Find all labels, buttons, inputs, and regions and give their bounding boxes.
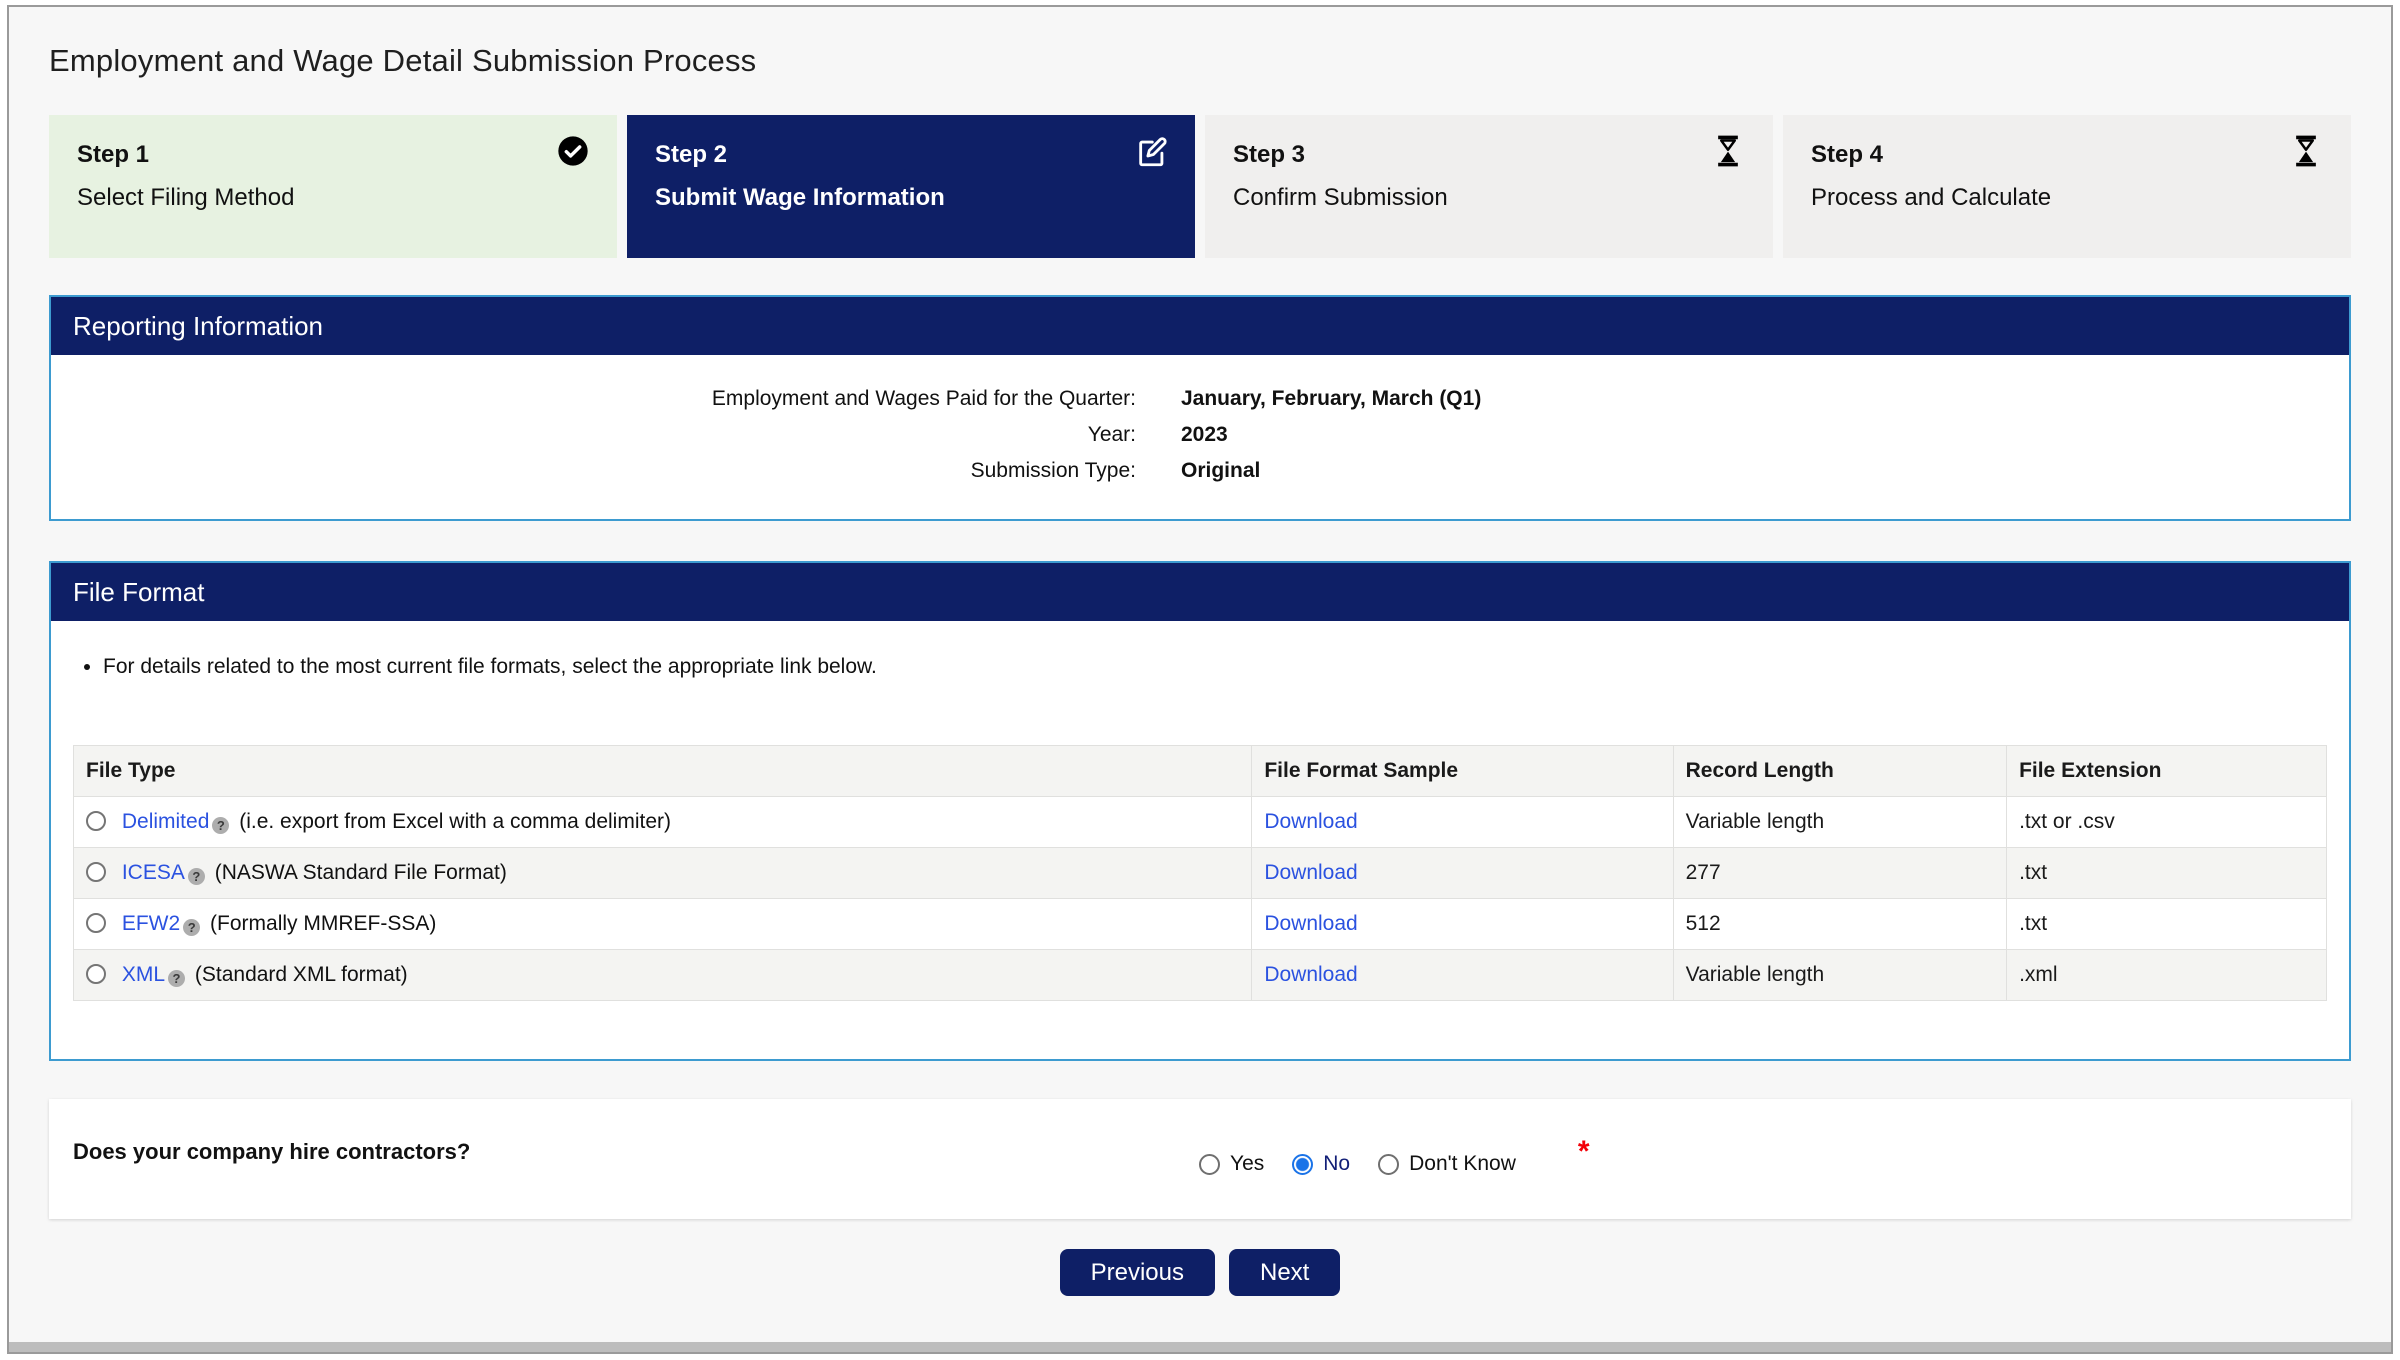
yes-radio-label[interactable]: Yes <box>1230 1152 1264 1176</box>
yes-radio[interactable] <box>1199 1153 1220 1175</box>
contractor-question-label: Does your company hire contractors? <box>73 1139 471 1164</box>
download-link[interactable]: Download <box>1264 861 1357 884</box>
window-bottom-edge <box>9 1342 2391 1352</box>
file-format-note-list: For details related to the most current … <box>103 655 2327 679</box>
page-content: Employment and Wage Detail Submission Pr… <box>9 43 2391 1296</box>
help-icon[interactable]: ? <box>183 919 201 936</box>
table-row-delimited: Delimited? (i.e. export from Excel with … <box>72 796 2327 848</box>
reporting-row-quarter: Employment and Wages Paid for the Quarte… <box>51 381 2349 417</box>
step-1-select-filing-method[interactable]: Step 1 Select Filing Method <box>49 115 617 258</box>
previous-button[interactable]: Previous <box>1059 1249 1215 1296</box>
required-field-marker: * <box>1577 1135 1590 1168</box>
step-2-submit-wage-information[interactable]: Step 2 Submit Wage Information <box>627 115 1195 258</box>
column-header-file-type: File Type <box>72 745 1253 797</box>
submission-type-value: Original <box>1181 459 1261 482</box>
quarter-label: Employment and Wages Paid for the Quarte… <box>711 387 1136 410</box>
edit-pencil-square-icon <box>1135 135 1169 169</box>
column-header-file-format-sample: File Format Sample <box>1251 745 1674 797</box>
next-button[interactable]: Next <box>1229 1249 1341 1296</box>
hourglass-icon <box>2291 135 2325 169</box>
no-radio[interactable] <box>1292 1153 1314 1175</box>
year-label: Year: <box>1087 423 1136 446</box>
table-row-efw2: EFW2? (Formally MMREF-SSA) Download 512 … <box>72 898 2327 950</box>
reporting-information-header: Reporting Information <box>51 297 2349 355</box>
column-header-file-extension: File Extension <box>2006 745 2327 797</box>
submission-type-label: Submission Type: <box>970 459 1136 482</box>
file-extension-value: .txt or .csv <box>2006 796 2327 848</box>
download-link[interactable]: Download <box>1264 912 1357 935</box>
contractor-question-card: Does your company hire contractors? Yes … <box>49 1099 2351 1219</box>
table-header-row: File Type File Format Sample Record Leng… <box>72 745 2327 797</box>
no-radio-label[interactable]: No <box>1323 1152 1350 1176</box>
step-label: Submit Wage Information <box>655 184 945 211</box>
record-length-value: 277 <box>1672 847 2008 899</box>
column-header-record-length: Record Length <box>1672 745 2008 797</box>
file-extension-value: .txt <box>2006 847 2327 899</box>
file-extension-value: .xml <box>2006 949 2327 1001</box>
xml-description: (Standard XML format) <box>194 963 408 986</box>
step-3-confirm-submission[interactable]: Step 3 Confirm Submission <box>1205 115 1773 258</box>
step-number: Step 2 <box>655 141 728 168</box>
efw2-link[interactable]: EFW2 <box>122 912 180 935</box>
step-number: Step 3 <box>1233 141 1306 168</box>
table-row-icesa: ICESA? (NASWA Standard File Format) Down… <box>72 847 2327 899</box>
file-format-note: For details related to the most current … <box>103 655 2327 679</box>
check-circle-icon <box>557 135 591 169</box>
file-format-table: File Type File Format Sample Record Leng… <box>72 745 2327 1001</box>
help-icon[interactable]: ? <box>187 868 205 885</box>
xml-radio[interactable] <box>86 964 106 984</box>
help-icon[interactable]: ? <box>168 970 186 987</box>
year-value: 2023 <box>1181 423 1228 446</box>
efw2-radio[interactable] <box>86 913 106 933</box>
delimited-radio[interactable] <box>86 811 106 831</box>
browser-window: Employment and Wage Detail Submission Pr… <box>7 5 2393 1354</box>
dont-know-radio[interactable] <box>1378 1153 1400 1175</box>
icesa-radio[interactable] <box>86 862 106 882</box>
table-row-xml: XML? (Standard XML format) Download Vari… <box>72 949 2327 1001</box>
record-length-value: 512 <box>1672 898 2008 950</box>
step-number: Step 4 <box>1811 141 1884 168</box>
file-extension-value: .txt <box>2006 898 2327 950</box>
download-link[interactable]: Download <box>1264 810 1357 833</box>
steps-bar: Step 1 Select Filing Method Step 2 Submi… <box>49 115 2351 258</box>
record-length-value: Variable length <box>1672 796 2008 848</box>
help-icon[interactable]: ? <box>212 817 230 834</box>
icesa-description: (NASWA Standard File Format) <box>214 861 507 884</box>
file-format-panel: File Format For details related to the m… <box>49 561 2351 1061</box>
step-label: Confirm Submission <box>1233 184 1448 211</box>
step-4-process-and-calculate[interactable]: Step 4 Process and Calculate <box>1783 115 2351 258</box>
file-format-header: File Format <box>51 563 2349 621</box>
download-link[interactable]: Download <box>1264 963 1357 986</box>
contractor-radio-group: Yes No Don't Know * <box>1199 1135 1590 1181</box>
reporting-information-body: Employment and Wages Paid for the Quarte… <box>51 355 2349 519</box>
reporting-row-year: Year: 2023 <box>51 417 2349 453</box>
quarter-value: January, February, March (Q1) <box>1181 387 1482 410</box>
reporting-information-panel: Reporting Information Employment and Wag… <box>49 295 2351 521</box>
step-label: Select Filing Method <box>77 184 295 211</box>
dont-know-radio-label[interactable]: Don't Know <box>1409 1152 1516 1176</box>
icesa-link[interactable]: ICESA <box>122 861 185 884</box>
record-length-value: Variable length <box>1672 949 2008 1001</box>
delimited-link[interactable]: Delimited <box>122 810 210 833</box>
step-number: Step 1 <box>77 141 150 168</box>
xml-link[interactable]: XML <box>122 963 165 986</box>
hourglass-icon <box>1713 135 1747 169</box>
step-label: Process and Calculate <box>1811 184 2052 211</box>
delimited-description: (i.e. export from Excel with a comma del… <box>239 810 672 833</box>
page-title: Employment and Wage Detail Submission Pr… <box>49 43 757 78</box>
reporting-row-submission-type: Submission Type: Original <box>51 453 2349 489</box>
efw2-description: (Formally MMREF-SSA) <box>210 912 437 935</box>
navigation-actions: Previous Next <box>49 1249 2351 1296</box>
file-format-body: For details related to the most current … <box>51 621 2349 1059</box>
